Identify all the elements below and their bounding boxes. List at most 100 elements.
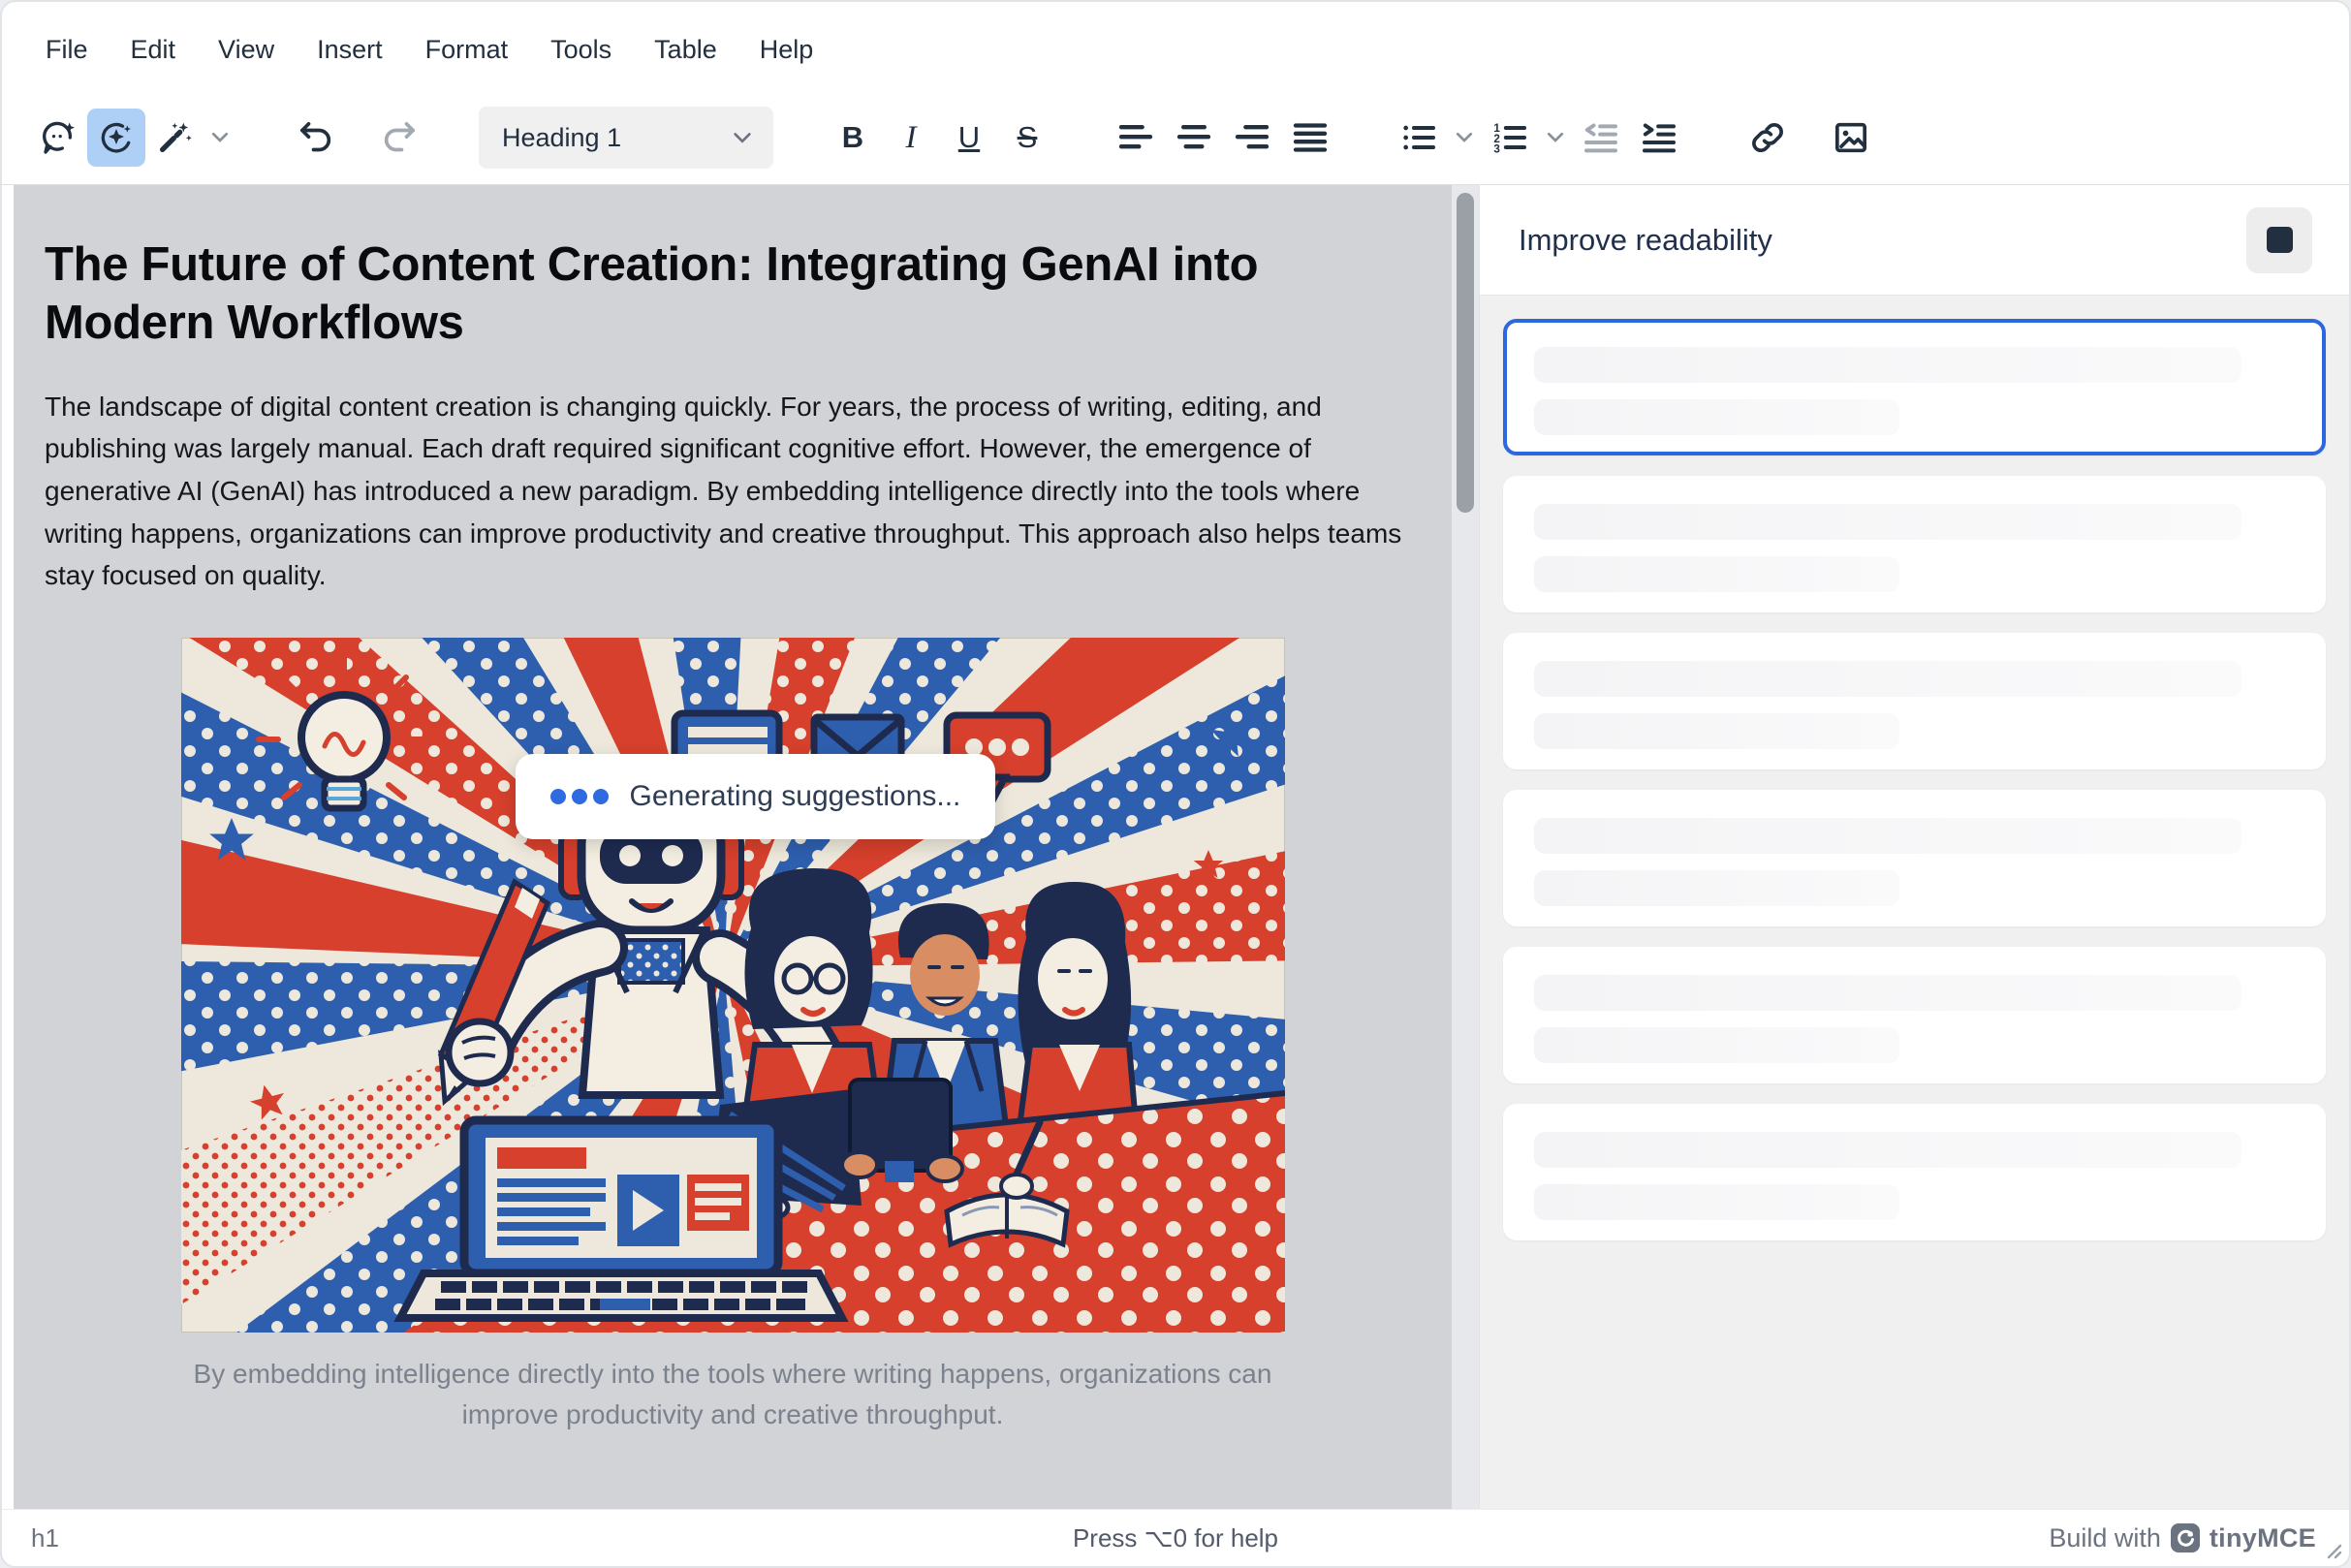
document[interactable]: The Future of Content Creation: Integrat… xyxy=(14,185,1452,1435)
svg-text:3: 3 xyxy=(1493,143,1500,156)
ai-review-button[interactable] xyxy=(87,109,145,167)
numbered-list-icon: 1 2 3 xyxy=(1490,118,1529,157)
menu-item-insert[interactable]: Insert xyxy=(300,25,399,75)
generating-suggestions-pill: Generating suggestions... xyxy=(516,754,996,839)
ai-wand-button[interactable] xyxy=(145,109,204,167)
tinymce-logo-icon xyxy=(2171,1523,2200,1552)
menu-item-tools[interactable]: Tools xyxy=(534,25,628,75)
suggestion-card[interactable] xyxy=(1503,947,2326,1083)
italic-button[interactable]: I xyxy=(882,109,940,167)
format-select-value: Heading 1 xyxy=(502,123,621,153)
bullet-list-icon xyxy=(1399,118,1438,157)
menubar: FileEditViewInsertFormatToolsTableHelp xyxy=(29,17,2320,81)
strikethrough-button[interactable]: S xyxy=(998,109,1056,167)
numbered-list-dropdown-chevron[interactable] xyxy=(1539,109,1572,167)
strikethrough-label: S xyxy=(1018,120,1038,155)
align-group xyxy=(1107,109,1339,167)
skeleton-bar xyxy=(1534,713,1899,749)
outdent-button[interactable] xyxy=(1572,109,1630,167)
image-button[interactable] xyxy=(1822,109,1880,167)
align-center-icon xyxy=(1175,118,1213,157)
align-right-icon xyxy=(1233,118,1271,157)
bold-button[interactable]: B xyxy=(824,109,882,167)
suggestion-card[interactable] xyxy=(1503,790,2326,926)
link-button[interactable] xyxy=(1739,109,1797,167)
resize-grip[interactable] xyxy=(2320,1537,2343,1560)
skeleton-bar xyxy=(1534,1132,2241,1168)
tinymce-editor-window: FileEditViewInsertFormatToolsTableHelp xyxy=(0,0,2351,1568)
menu-item-help[interactable]: Help xyxy=(743,25,831,75)
element-path[interactable]: h1 xyxy=(31,1510,59,1566)
loading-dots-icon xyxy=(550,789,609,804)
outdent-icon xyxy=(1582,118,1620,157)
link-icon xyxy=(1748,118,1787,157)
chevron-down-icon xyxy=(1547,132,1564,143)
redo-button[interactable] xyxy=(370,109,428,167)
stop-generating-button[interactable] xyxy=(2246,207,2312,273)
branding-prefix: Build with xyxy=(2049,1523,2161,1553)
branding-link[interactable]: Build with tinyMCE xyxy=(2049,1510,2316,1566)
ai-wand-dropdown-chevron[interactable] xyxy=(204,109,236,167)
document-title[interactable]: The Future of Content Creation: Integrat… xyxy=(45,235,1324,353)
suggestion-card[interactable] xyxy=(1503,476,2326,612)
editor-scrollbar-track[interactable] xyxy=(1452,185,1479,1510)
suggestion-card[interactable] xyxy=(1503,319,2326,455)
align-left-button[interactable] xyxy=(1107,109,1165,167)
underline-button[interactable]: U xyxy=(940,109,998,167)
ai-suggestions-sidebar: Improve readability xyxy=(1479,185,2349,1510)
menu-item-format[interactable]: Format xyxy=(409,25,525,75)
bold-label: B xyxy=(842,120,863,155)
editor-scrollbar-thumb[interactable] xyxy=(1457,193,1474,513)
editor-content-area[interactable]: The Future of Content Creation: Integrat… xyxy=(14,185,1452,1510)
align-left-icon xyxy=(1116,118,1155,157)
align-justify-icon xyxy=(1291,118,1330,157)
sidebar-header: Improve readability xyxy=(1480,185,2349,296)
numbered-list-button[interactable]: 1 2 3 xyxy=(1481,109,1539,167)
document-image[interactable] xyxy=(181,638,1285,1333)
undo-icon xyxy=(297,118,335,157)
undo-button[interactable] xyxy=(287,109,345,167)
menu-item-view[interactable]: View xyxy=(202,25,291,75)
suggestion-card[interactable] xyxy=(1503,1104,2326,1240)
align-center-button[interactable] xyxy=(1165,109,1223,167)
ai-wand-icon xyxy=(155,118,194,157)
skeleton-bar xyxy=(1534,818,2241,854)
skeleton-bar xyxy=(1534,870,1899,906)
sidebar-title: Improve readability xyxy=(1519,223,1772,258)
menu-item-file[interactable]: File xyxy=(29,25,105,75)
ai-chat-button[interactable] xyxy=(29,109,87,167)
bullet-list-dropdown-chevron[interactable] xyxy=(1448,109,1481,167)
stop-icon xyxy=(2267,227,2293,253)
format-select[interactable]: Heading 1 xyxy=(479,107,773,169)
skeleton-bar xyxy=(1534,399,1899,435)
ai-review-icon xyxy=(97,118,136,157)
skeleton-bar xyxy=(1534,504,2241,540)
indent-button[interactable] xyxy=(1630,109,1688,167)
generating-suggestions-label: Generating suggestions... xyxy=(630,780,961,813)
menu-item-table[interactable]: Table xyxy=(638,25,734,75)
suggestion-card-list xyxy=(1480,296,2349,1264)
inline-format-group: B I U S xyxy=(824,109,1056,167)
redo-icon xyxy=(380,118,419,157)
skeleton-bar xyxy=(1534,661,2241,697)
italic-label: I xyxy=(906,120,917,156)
chevron-down-icon xyxy=(733,132,752,144)
skeleton-bar xyxy=(1534,347,2241,383)
document-paragraph[interactable]: The landscape of digital content creatio… xyxy=(45,386,1421,597)
bullet-list-button[interactable] xyxy=(1390,109,1448,167)
underline-label: U xyxy=(958,120,980,155)
chevron-down-icon xyxy=(1456,132,1473,143)
document-figure[interactable]: Generating suggestions... xyxy=(181,638,1285,1333)
suggestion-card[interactable] xyxy=(1503,633,2326,769)
statusbar: h1 Press ⌥0 for help Build with tinyMCE xyxy=(2,1509,2349,1566)
toolbar: Heading 1 B I U S xyxy=(29,91,2337,184)
menu-item-edit[interactable]: Edit xyxy=(114,25,193,75)
align-justify-button[interactable] xyxy=(1281,109,1339,167)
robot-laptop-motif xyxy=(400,1120,842,1318)
align-right-button[interactable] xyxy=(1223,109,1281,167)
image-icon xyxy=(1832,118,1870,157)
image-caption[interactable]: By embedding intelligence directly into … xyxy=(156,1354,1309,1435)
list-group: 1 2 3 xyxy=(1390,109,1688,167)
skeleton-bar xyxy=(1534,556,1899,592)
history-group xyxy=(287,109,428,167)
